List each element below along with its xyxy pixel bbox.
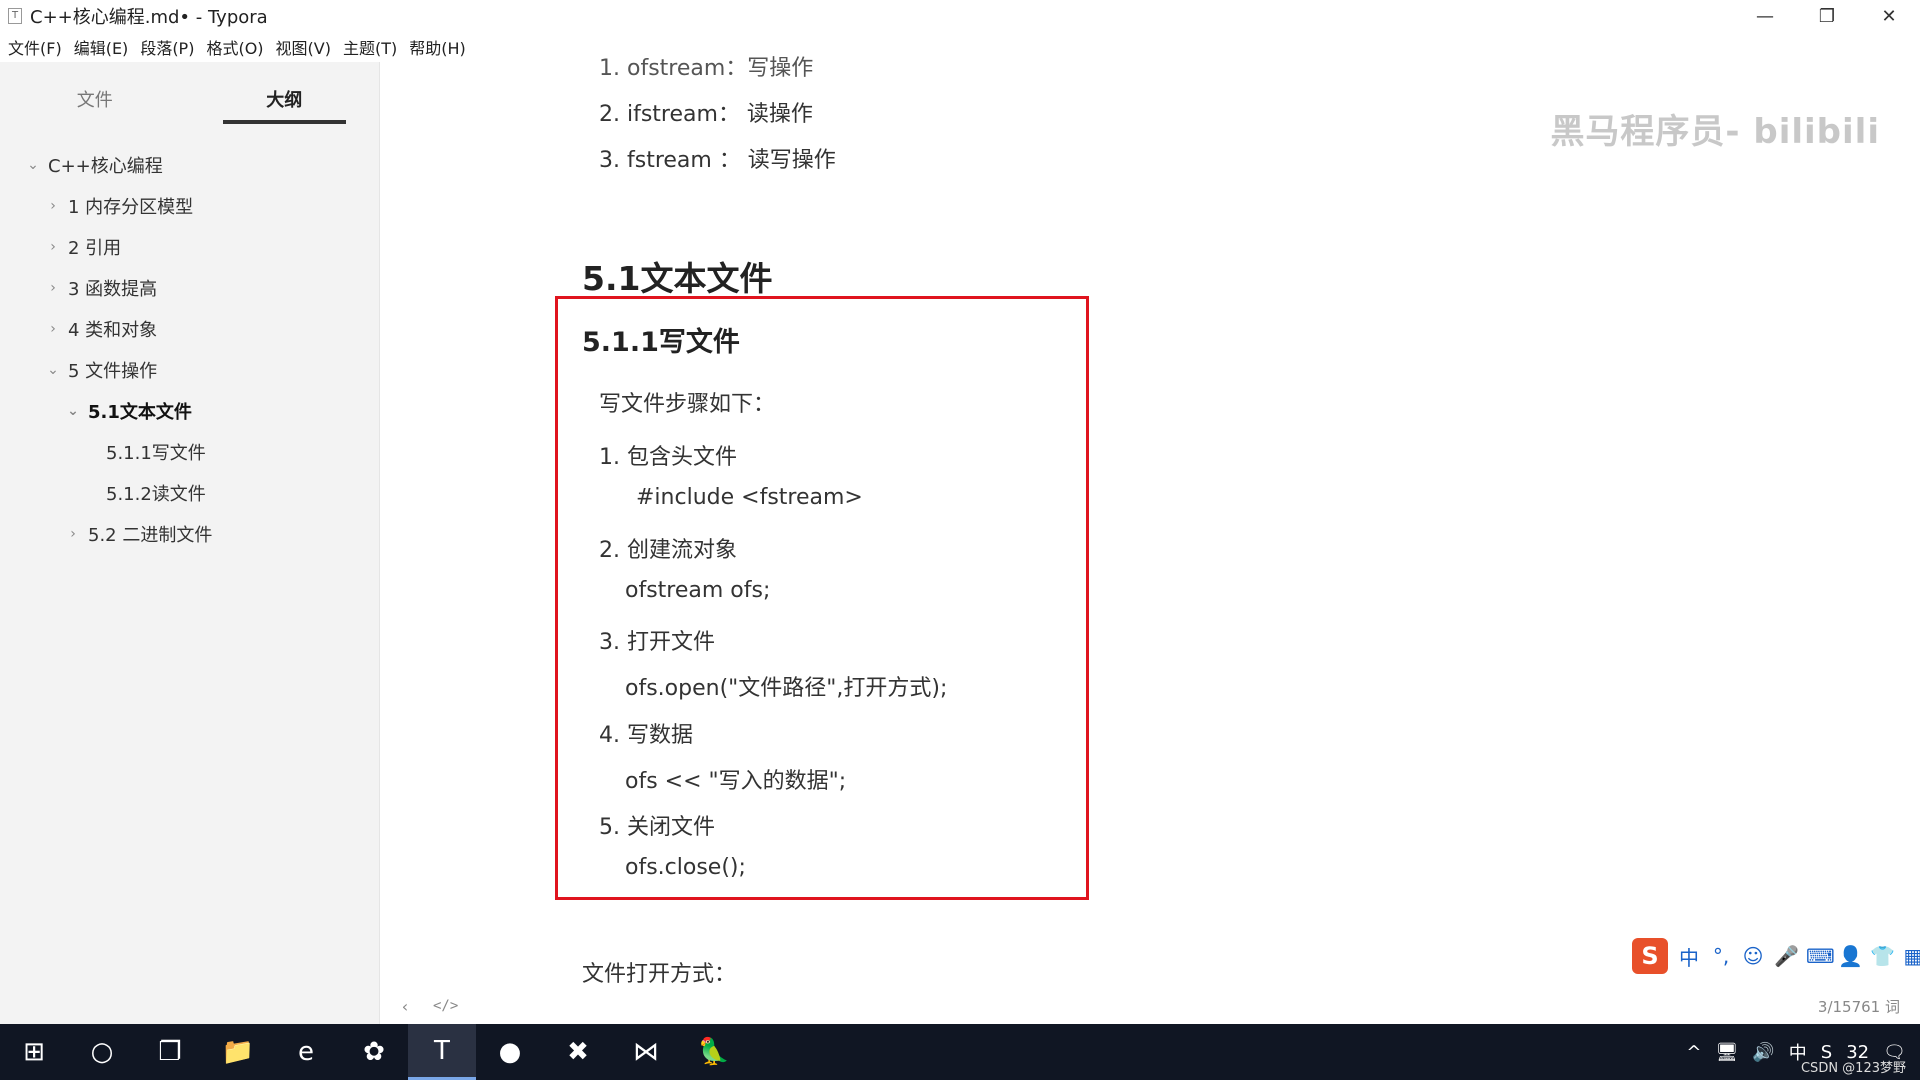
step-title: 2. 创建流对象 [599, 538, 737, 563]
app-icon[interactable]: ● [476, 1024, 544, 1080]
chevron-down-icon[interactable]: ⌄ [64, 403, 82, 419]
volume-icon[interactable]: 🔊 [1752, 1042, 1774, 1063]
ime-emoji-icon[interactable]: ☺ [1742, 944, 1764, 968]
minimize-button[interactable]: — [1734, 0, 1796, 32]
ime-toolbar: S 中 °, ☺ 🎤 ⌨ 👤 👕 ▦ [1632, 936, 1920, 976]
outline-item-label: 5 文件操作 [68, 360, 158, 382]
paragraph: 写文件步骤如下： [599, 392, 776, 417]
chevron-right-icon[interactable]: › [44, 321, 62, 337]
app-icon[interactable]: ✿ [340, 1024, 408, 1080]
ime-mic-icon[interactable]: 🎤 [1774, 944, 1799, 968]
step-title: 3. 打开文件 [599, 630, 715, 655]
status-bar: ‹ </> 3/15761 词 [381, 988, 1920, 1024]
menu-paragraph[interactable]: 段落(P) [140, 35, 194, 59]
sidebar-tabs: 文件 大纲 [0, 62, 379, 124]
outline-item[interactable]: › 1 内存分区模型 [0, 185, 379, 226]
restore-button[interactable]: ❐ [1796, 0, 1858, 32]
chevron-down-icon[interactable]: ⌄ [44, 362, 62, 378]
chevron-right-icon[interactable]: › [64, 526, 82, 542]
ime-punct-icon[interactable]: °, [1710, 944, 1732, 968]
csdn-credit: CSDN @123梦野 [1800, 1061, 1906, 1076]
back-icon[interactable]: ‹ [393, 997, 417, 1016]
video-watermark: 黑马程序员- bilibili [1550, 112, 1880, 152]
chevron-down-icon[interactable]: ⌄ [24, 157, 42, 173]
chevron-right-icon[interactable]: › [44, 198, 62, 214]
outline-item[interactable]: ⌄ C++核心编程 [0, 144, 379, 185]
list-item: 3. fstream ： 读写操作 [599, 148, 836, 173]
step-title: 4. 写数据 [599, 723, 693, 748]
tab-files[interactable]: 文件 [0, 62, 190, 124]
outline-item[interactable]: 5.1.1写文件 [0, 431, 379, 472]
outline-item[interactable]: › 2 引用 [0, 226, 379, 267]
menu-edit[interactable]: 编辑(E) [74, 35, 129, 59]
outline-item-label: 4 类和对象 [68, 319, 158, 341]
outline-item-active[interactable]: ⌄ 5.1文本文件 [0, 390, 379, 431]
menu-bar: 文件(F) 编辑(E) 段落(P) 格式(O) 视图(V) 主题(T) 帮助(H… [0, 32, 1920, 62]
outline-item-label: 1 内存分区模型 [68, 196, 194, 218]
tray-expand-icon[interactable]: ^ [1686, 1042, 1701, 1063]
menu-format[interactable]: 格式(O) [206, 35, 263, 59]
close-button[interactable]: ✕ [1858, 0, 1920, 32]
step-code: #include <fstream> [636, 485, 863, 510]
list-item: 2. ifstream： 读操作 [599, 102, 813, 127]
paragraph: 文件打开方式： [582, 962, 737, 987]
menu-view[interactable]: 视图(V) [276, 35, 331, 59]
ime-skin-icon[interactable]: 👕 [1870, 944, 1895, 968]
file-explorer-icon[interactable]: 📁 [204, 1024, 272, 1080]
heading-h3: 5.1.1写文件 [582, 327, 740, 358]
ime-chinese-icon[interactable]: 中 [1678, 942, 1700, 971]
document[interactable]: 1. ofstream：写操作 2. ifstream： 读操作 3. fstr… [381, 56, 1920, 1024]
step-title: 1. 包含头文件 [599, 445, 737, 470]
visual-studio-icon[interactable]: ⋈ [612, 1024, 680, 1080]
editor-area[interactable]: 1. ofstream：写操作 2. ifstream： 读操作 3. fstr… [381, 56, 1920, 1024]
outline-item-label: 5.1.1写文件 [106, 442, 206, 464]
outline-item-label: 5.2 二进制文件 [88, 524, 213, 546]
menu-theme[interactable]: 主题(T) [343, 35, 397, 59]
step-title: 5. 关闭文件 [599, 815, 715, 840]
outline-item-label: 3 函数提高 [68, 278, 158, 300]
ime-tools-icon[interactable]: ▦ [1902, 944, 1920, 968]
ime-user-icon[interactable]: 👤 [1838, 944, 1863, 968]
tab-outline[interactable]: 大纲 [190, 62, 380, 124]
windows-start-icon[interactable]: ⊞ [0, 1024, 68, 1080]
window-controls: — ❐ ✕ [1734, 0, 1920, 32]
list-item: 1. ofstream：写操作 [599, 56, 814, 81]
taskbar: ⊞ ○ ❐ 📁 e ✿ T ● ✖ ⋈ 🦜 ^ 🖥 🔊 中 S 32 🗨 CSD… [0, 1024, 1920, 1080]
step-code: ofs.open("文件路径",打开方式); [625, 676, 948, 701]
word-count[interactable]: 3/15761 词 [1818, 996, 1900, 1017]
chevron-right-icon[interactable]: › [44, 239, 62, 255]
menu-help[interactable]: 帮助(H) [409, 35, 466, 59]
outline-item-label: 5.1.2读文件 [106, 483, 206, 505]
edge-browser-icon[interactable]: e [272, 1024, 340, 1080]
chevron-right-icon[interactable]: › [44, 280, 62, 296]
typora-taskbar-icon[interactable]: T [408, 1024, 476, 1080]
task-view-icon[interactable]: ❐ [136, 1024, 204, 1080]
sogou-logo-icon[interactable]: S [1632, 938, 1668, 974]
ime-keyboard-icon[interactable]: ⌨ [1806, 944, 1835, 968]
window-title: C++核心编程.md• - Typora [30, 7, 268, 28]
source-mode-icon[interactable]: </> [433, 998, 458, 1014]
outline-item[interactable]: › 5.2 二进制文件 [0, 513, 379, 554]
typora-app-icon: T [8, 8, 22, 24]
sidebar: 文件 大纲 ⌄ C++核心编程 › 1 内存分区模型 › 2 引用 › 3 函数… [0, 62, 380, 1024]
title-bar: T C++核心编程.md• - Typora — ❐ ✕ [0, 0, 1920, 32]
outline-item-label: 5.1文本文件 [88, 401, 192, 423]
heading-h2: 5.1文本文件 [582, 259, 773, 298]
outline-item[interactable]: › 4 类和对象 [0, 308, 379, 349]
outline-item[interactable]: ⌄ 5 文件操作 [0, 349, 379, 390]
outline-tree: ⌄ C++核心编程 › 1 内存分区模型 › 2 引用 › 3 函数提高 › 4… [0, 144, 379, 554]
outline-item-label: 2 引用 [68, 237, 122, 259]
step-code: ofstream ofs; [625, 578, 771, 603]
outline-item-label: C++核心编程 [48, 155, 163, 177]
network-icon[interactable]: 🖥 [1716, 1042, 1739, 1063]
outline-item[interactable]: › 3 函数提高 [0, 267, 379, 308]
outline-item[interactable]: 5.1.2读文件 [0, 472, 379, 513]
xmind-icon[interactable]: ✖ [544, 1024, 612, 1080]
step-code: ofs << "写入的数据"; [625, 769, 847, 794]
app-icon[interactable]: 🦜 [680, 1024, 748, 1080]
step-code: ofs.close(); [625, 855, 746, 880]
search-icon[interactable]: ○ [68, 1024, 136, 1080]
menu-file[interactable]: 文件(F) [8, 35, 62, 59]
